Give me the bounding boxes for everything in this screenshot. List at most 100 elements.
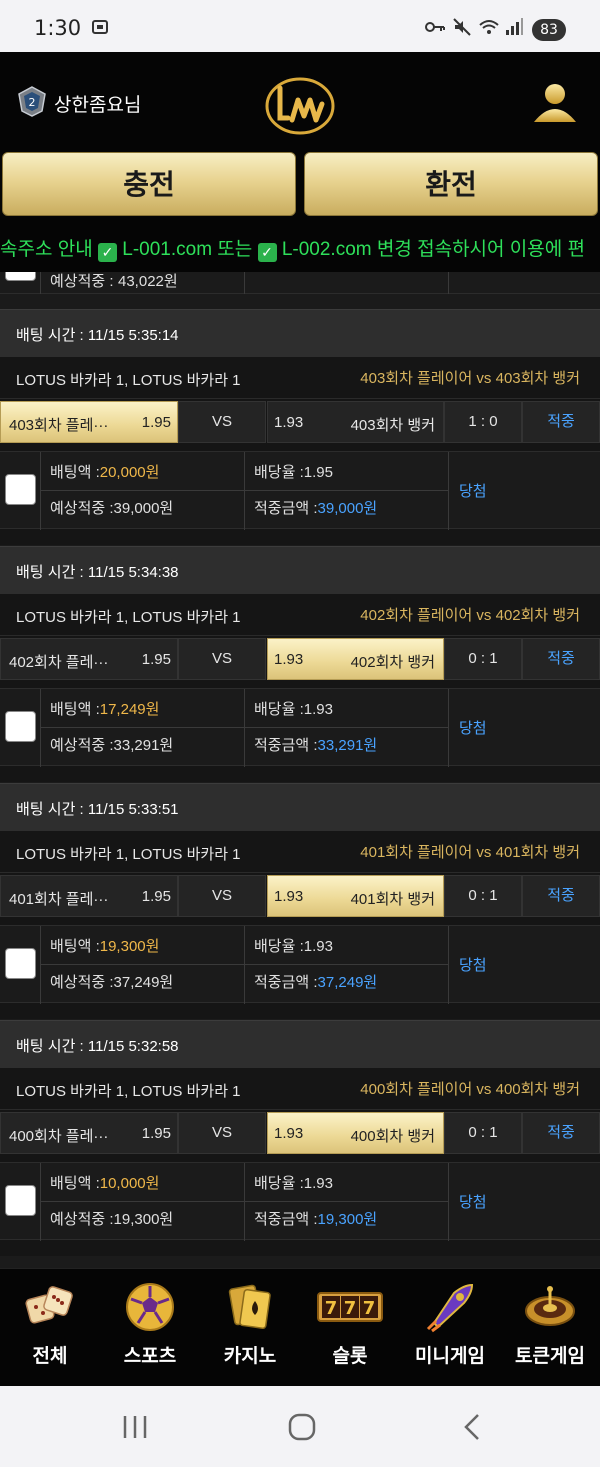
away-pick[interactable]: 1.93 403회차 뱅커 (267, 401, 444, 443)
bet-detail: 배팅액 :20,000원 배당율 :1.95 예상적중 :39,000원 적중금… (0, 445, 600, 545)
bet-card: 배팅 시간 : 11/15 5:33:51 LOTUS 바카라 1, LOTUS… (0, 783, 600, 1019)
soccer-ball-icon (126, 1283, 174, 1331)
recent-apps-icon[interactable] (120, 1412, 150, 1442)
bet-amount: 배팅액 :20,000원 (50, 464, 160, 481)
expected-win: 예상적중 :19,300원 (50, 1211, 174, 1228)
home-icon[interactable] (287, 1412, 317, 1442)
nav-item-casino[interactable]: 카지노 (200, 1269, 300, 1387)
away-odds: 1.93 (274, 888, 304, 905)
nav-item-token-game[interactable]: 토큰게임 (500, 1269, 600, 1387)
score: 0 : 1 (444, 875, 522, 917)
win-amount: 적중금액 :37,249원 (254, 974, 378, 991)
home-pick-name: 402회차 플레··· (9, 654, 109, 671)
vs-label: VS (178, 875, 266, 917)
bet-amount: 배팅액 :19,300원 (50, 938, 160, 955)
away-odds: 1.93 (274, 414, 304, 431)
bet-checkbox[interactable] (5, 711, 36, 742)
ticker-text: 속주소 안내 ✓ L-001.com 또는 ✓ L-002.com 변경 접속하… (0, 234, 585, 262)
nav-label: 슬롯 (332, 1346, 368, 1367)
brand-logo[interactable] (262, 76, 338, 136)
result-badge: 적중 (522, 638, 600, 680)
status-bar: 1:30 83 (0, 0, 600, 52)
expected-win: 예상적중 :39,000원 (50, 500, 174, 517)
nav-label: 토큰게임 (515, 1346, 585, 1367)
back-icon[interactable] (458, 1412, 488, 1442)
action-row: 충전 환전 (0, 150, 600, 222)
result-badge: 적중 (522, 875, 600, 917)
league-name: LOTUS 바카라 1, LOTUS 바카라 1 (16, 846, 241, 863)
screenshot-icon (90, 17, 110, 42)
bet-checkbox[interactable] (5, 948, 36, 979)
bet-card-header: 배팅 시간 : 11/15 5:35:14 (0, 309, 600, 357)
bet-card: 배팅 시간 : 11/15 5:32:58 LOTUS 바카라 1, LOTUS… (0, 1020, 600, 1256)
nav-label: 미니게임 (415, 1346, 485, 1367)
bet-time: 배팅 시간 : 11/15 5:35:14 (16, 327, 179, 344)
battery-indicator: 83 (532, 19, 566, 41)
result-badge: 적중 (522, 1112, 600, 1154)
nav-item-all[interactable]: 전체 (0, 1269, 100, 1387)
win-amount: 적중금액 :33,291원 (254, 737, 378, 754)
nav-label: 카지노 (223, 1346, 277, 1367)
win-status: 당첨 (459, 1194, 487, 1211)
away-pick-name: 403회차 뱅커 (350, 417, 435, 434)
home-pick-name: 400회차 플레··· (9, 1128, 109, 1145)
bet-amount: 배팅액 :17,249원 (50, 701, 160, 718)
bottom-nav: 전체 스포츠 카지노 7 7 7 슬롯 미니게임 토큰게임 (0, 1268, 600, 1386)
checkmark-icon: ✓ (97, 243, 117, 262)
score: 1 : 0 (444, 401, 522, 443)
svg-text:7: 7 (325, 1298, 338, 1319)
home-pick[interactable]: 400회차 플레··· 1.95 (0, 1112, 178, 1154)
bet-card: 배팅 시간 : 11/15 5:35:14 LOTUS 바카라 1, LOTUS… (0, 309, 600, 545)
match-teams: 401회차 플레이어 vs 401회차 뱅커 (360, 844, 580, 861)
vs-label: VS (178, 638, 266, 680)
home-pick[interactable]: 401회차 플레··· 1.95 (0, 875, 178, 917)
odds-row: 401회차 플레··· 1.95 VS 1.93 401회차 뱅커 0 : 1 … (0, 873, 600, 919)
bet-detail: 배팅액 :10,000원 배당율 :1.93 예상적중 :19,300원 적중금… (0, 1156, 600, 1256)
app-header: 2 상한좀요님 (0, 52, 600, 150)
win-status: 당첨 (459, 720, 487, 737)
bet-checkbox[interactable] (5, 272, 36, 281)
svg-text:2: 2 (29, 96, 36, 109)
home-pick[interactable]: 403회차 플레··· 1.95 (0, 401, 178, 443)
dice-icon (25, 1286, 73, 1324)
away-pick[interactable]: 1.93 400회차 뱅커 (267, 1112, 444, 1154)
expected-win: 예상적중 :33,291원 (50, 737, 174, 754)
expected-win: 예상적중 :37,249원 (50, 974, 174, 991)
home-odds: 1.95 (141, 414, 171, 431)
bet-card-header: 배팅 시간 : 11/15 5:32:58 (0, 1020, 600, 1068)
nav-label: 스포츠 (123, 1346, 177, 1367)
home-pick[interactable]: 402회차 플레··· 1.95 (0, 638, 178, 680)
roulette-icon (525, 1286, 575, 1326)
nav-item-minigame[interactable]: 미니게임 (400, 1269, 500, 1387)
bet-detail: 배팅액 :17,249원 배당율 :1.93 예상적중 :33,291원 적중금… (0, 682, 600, 782)
exchange-button[interactable]: 환전 (304, 152, 598, 216)
system-nav-bar (0, 1386, 600, 1467)
wifi-icon (478, 17, 500, 42)
win-status: 당첨 (459, 483, 487, 500)
bet-time: 배팅 시간 : 11/15 5:32:58 (16, 1038, 179, 1055)
bet-history-list[interactable]: 예상적중 : 43,022원 배팅 시간 : 11/15 5:35:14 LOT… (0, 272, 600, 1268)
nav-item-sports[interactable]: 스포츠 (100, 1269, 200, 1387)
charge-button[interactable]: 충전 (2, 152, 296, 216)
bet-card-partial: 예상적중 : 43,022원 (0, 272, 600, 294)
away-pick[interactable]: 1.93 402회차 뱅커 (267, 638, 444, 680)
away-odds: 1.93 (274, 1125, 304, 1142)
cards-icon (228, 1284, 271, 1329)
profile-icon[interactable] (530, 78, 580, 128)
bet-checkbox[interactable] (5, 474, 36, 505)
league-name: LOTUS 바카라 1, LOTUS 바카라 1 (16, 372, 241, 389)
match-teams: 402회차 플레이어 vs 402회차 뱅커 (360, 607, 580, 624)
bet-checkbox[interactable] (5, 1185, 36, 1216)
status-time: 1:30 (34, 16, 82, 40)
svg-text:7: 7 (344, 1298, 357, 1319)
win-amount: 적중금액 :19,300원 (254, 1211, 378, 1228)
bet-detail: 배팅액 :19,300원 배당율 :1.93 예상적중 :37,249원 적중금… (0, 919, 600, 1019)
match-info: LOTUS 바카라 1, LOTUS 바카라 1 402회차 플레이어 vs 4… (0, 594, 600, 636)
bet-time: 배팅 시간 : 11/15 5:34:38 (16, 564, 179, 581)
vs-label: VS (178, 401, 266, 443)
away-pick[interactable]: 1.93 401회차 뱅커 (267, 875, 444, 917)
expected-value: 43,022원 (118, 273, 178, 290)
away-pick-name: 401회차 뱅커 (350, 891, 435, 908)
nav-item-slot[interactable]: 7 7 7 슬롯 (300, 1269, 400, 1387)
rank-badge-icon: 2 (18, 86, 46, 117)
